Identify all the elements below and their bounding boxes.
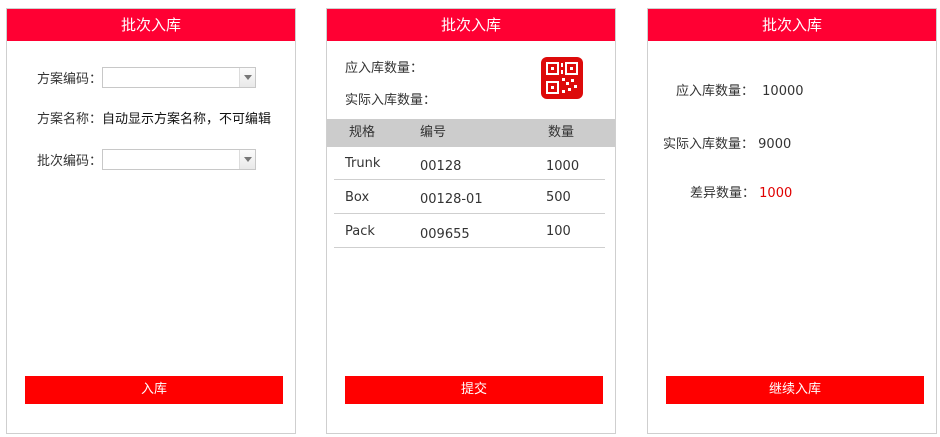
scheme-code-label: 方案编码： — [37, 72, 103, 87]
column-header-code: 编号 — [420, 125, 447, 140]
expected-qty-label: 应入库数量： — [676, 84, 755, 99]
batch-result-panel: 批次入库 应入库数量： 10000 实际入库数量： 9000 差异数量： 100… — [647, 8, 937, 434]
expected-qty-summary: 应入库数量： 10000 — [676, 80, 804, 99]
table-row[interactable]: Box 00128-01 500 — [334, 181, 605, 214]
diff-qty-value: 1000 — [759, 186, 793, 201]
chevron-down-icon[interactable] — [239, 68, 256, 87]
inbound-button[interactable]: 入库 — [25, 376, 283, 404]
column-header-spec: 规格 — [349, 125, 376, 140]
cell-code: 00128-01 — [420, 192, 483, 207]
cell-qty: 500 — [546, 190, 571, 205]
table-header: 规格 编号 数量 — [327, 119, 615, 147]
panel-title: 批次入库 — [327, 9, 615, 41]
actual-qty-value: 9000 — [758, 137, 792, 152]
scheme-code-select[interactable] — [102, 67, 257, 88]
batch-code-label: 批次编码： — [37, 154, 103, 169]
scheme-name-value: 自动显示方案名称，不可编辑 — [102, 112, 272, 127]
actual-qty-label: 实际入库数量： — [345, 93, 437, 108]
scheme-code-row: 方案编码： — [37, 67, 257, 88]
batch-scan-panel: 批次入库 应入库数量： 实际入库数量： 规格 编号 数量 Trunk 00128… — [326, 8, 616, 434]
table-row[interactable]: Pack 009655 100 — [334, 215, 605, 248]
actual-qty-summary: 实际入库数量： 9000 — [663, 133, 791, 152]
actual-qty-label: 实际入库数量： — [663, 137, 755, 152]
scheme-name-label: 方案名称： — [37, 112, 103, 127]
column-header-qty: 数量 — [548, 125, 575, 140]
batch-code-select[interactable] — [102, 149, 257, 170]
cell-spec: Trunk — [345, 156, 381, 171]
chevron-down-icon[interactable] — [239, 150, 256, 169]
expected-qty-value: 10000 — [762, 84, 804, 99]
cell-spec: Pack — [345, 224, 375, 239]
scheme-name-row: 方案名称： 自动显示方案名称，不可编辑 — [37, 108, 271, 127]
cell-code: 009655 — [420, 227, 470, 242]
diff-qty-label: 差异数量： — [690, 186, 756, 201]
batch-code-row: 批次编码： — [37, 149, 257, 170]
qr-code-icon[interactable] — [541, 57, 583, 99]
diff-qty-summary: 差异数量： 1000 — [690, 182, 792, 201]
panel-title: 批次入库 — [648, 9, 936, 41]
batch-inbound-form-panel: 批次入库 方案编码： 方案名称： 自动显示方案名称，不可编辑 批次编码： 入库 — [6, 8, 296, 434]
cell-spec: Box — [345, 190, 370, 205]
continue-inbound-button[interactable]: 继续入库 — [666, 376, 924, 404]
panel-title: 批次入库 — [7, 9, 295, 41]
cell-qty: 1000 — [546, 159, 580, 174]
expected-qty-label: 应入库数量： — [345, 61, 424, 76]
cell-code: 00128 — [420, 159, 462, 174]
submit-button[interactable]: 提交 — [345, 376, 603, 404]
table-row[interactable]: Trunk 00128 1000 — [334, 147, 605, 180]
cell-qty: 100 — [546, 224, 571, 239]
